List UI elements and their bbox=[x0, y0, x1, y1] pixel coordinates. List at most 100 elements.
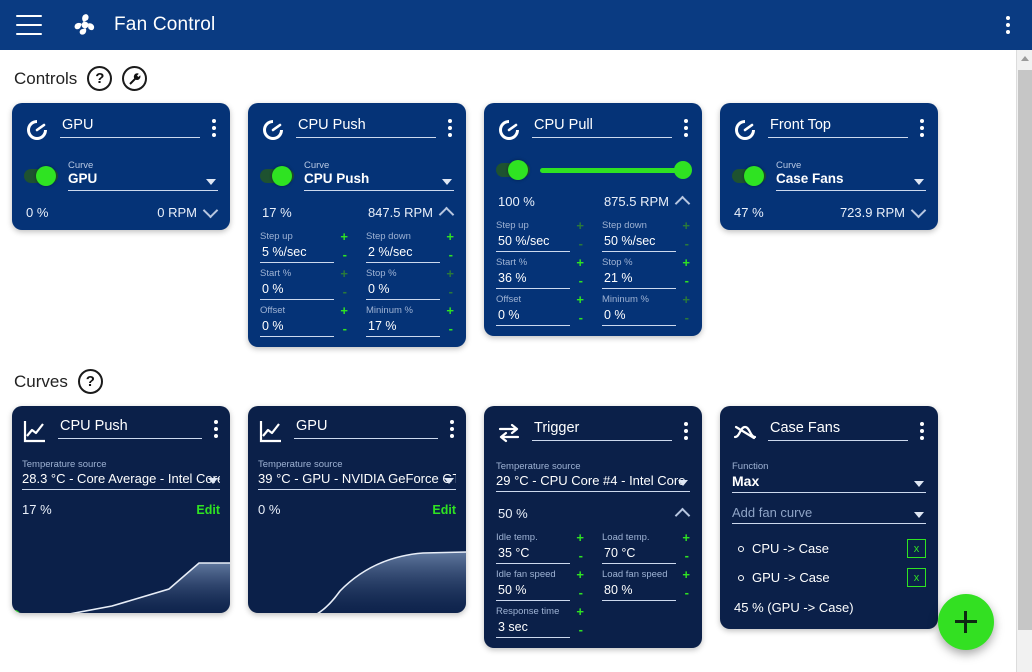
curve-graph-cpu-push[interactable] bbox=[12, 527, 230, 613]
decrement-button[interactable]: - bbox=[579, 237, 583, 250]
setting-value[interactable]: 0 % bbox=[602, 306, 676, 326]
setting-value[interactable]: 5 %/sec bbox=[260, 243, 334, 263]
control-name-input[interactable]: CPU Push bbox=[296, 115, 436, 138]
wrench-icon[interactable] bbox=[122, 66, 148, 91]
curve-select[interactable]: Curve GPU bbox=[68, 160, 218, 191]
remove-curve-button[interactable]: x bbox=[907, 568, 926, 587]
collapse-chevron-up-icon[interactable] bbox=[674, 507, 691, 524]
decrement-button[interactable]: - bbox=[449, 322, 453, 335]
curve-overflow-menu-icon[interactable] bbox=[212, 416, 220, 442]
decrement-button[interactable]: - bbox=[449, 285, 453, 298]
collapse-chevron-up-icon[interactable] bbox=[438, 206, 455, 223]
setting-value[interactable]: 36 % bbox=[496, 269, 570, 289]
expand-chevron-down-icon[interactable] bbox=[910, 202, 927, 219]
increment-button[interactable]: + bbox=[682, 293, 690, 306]
increment-button[interactable]: + bbox=[682, 531, 690, 544]
speed-slider[interactable] bbox=[540, 160, 692, 180]
edit-curve-button[interactable]: Edit bbox=[196, 503, 220, 517]
temperature-source-select[interactable]: Temperature source 28.3 °C - Core Averag… bbox=[22, 459, 220, 490]
increment-button[interactable]: + bbox=[576, 219, 584, 232]
increment-button[interactable]: + bbox=[682, 568, 690, 581]
setting-value[interactable]: 0 % bbox=[496, 306, 570, 326]
setting-value[interactable]: 35 °C bbox=[496, 544, 570, 564]
control-overflow-menu-icon[interactable] bbox=[446, 115, 454, 141]
decrement-button[interactable]: - bbox=[685, 586, 689, 599]
control-enable-toggle[interactable] bbox=[496, 160, 530, 180]
increment-button[interactable]: + bbox=[576, 256, 584, 269]
setting-value[interactable]: 2 %/sec bbox=[366, 243, 440, 263]
control-overflow-menu-icon[interactable] bbox=[918, 115, 926, 141]
mix-function-select[interactable]: Function Max bbox=[732, 461, 926, 493]
controls-help-icon[interactable]: ? bbox=[87, 66, 113, 91]
curve-name-input[interactable]: CPU Push bbox=[58, 416, 202, 439]
temperature-source-select[interactable]: Temperature source 39 °C - GPU - NVIDIA … bbox=[258, 459, 456, 490]
increment-button[interactable]: + bbox=[576, 293, 584, 306]
curves-help-icon[interactable]: ? bbox=[77, 369, 103, 394]
increment-button[interactable]: + bbox=[682, 256, 690, 269]
setting-value[interactable]: 50 % bbox=[496, 581, 570, 601]
control-enable-toggle[interactable] bbox=[260, 165, 294, 186]
collapse-chevron-up-icon[interactable] bbox=[674, 195, 691, 212]
increment-button[interactable]: + bbox=[446, 267, 454, 280]
increment-button[interactable]: + bbox=[340, 304, 348, 317]
decrement-button[interactable]: - bbox=[685, 237, 689, 250]
add-fan-curve-select[interactable]: Add fan curve bbox=[732, 505, 926, 524]
mix-overflow-menu-icon[interactable] bbox=[918, 418, 926, 444]
increment-button[interactable]: + bbox=[340, 267, 348, 280]
setting-value[interactable]: 50 %/sec bbox=[496, 232, 570, 252]
trigger-overflow-menu-icon[interactable] bbox=[682, 418, 690, 444]
add-button-fab[interactable] bbox=[938, 594, 994, 650]
increment-button[interactable]: + bbox=[576, 605, 584, 618]
decrement-button[interactable]: - bbox=[343, 285, 347, 298]
setting-value[interactable]: 50 %/sec bbox=[602, 232, 676, 252]
vertical-scrollbar[interactable] bbox=[1016, 50, 1032, 672]
decrement-button[interactable]: - bbox=[685, 549, 689, 562]
decrement-button[interactable]: - bbox=[449, 248, 453, 261]
remove-curve-button[interactable]: x bbox=[907, 539, 926, 558]
control-overflow-menu-icon[interactable] bbox=[682, 115, 690, 141]
scrollbar-thumb[interactable] bbox=[1018, 70, 1032, 630]
control-name-input[interactable]: GPU bbox=[60, 115, 200, 138]
increment-button[interactable]: + bbox=[340, 230, 348, 243]
hamburger-menu-icon[interactable] bbox=[16, 15, 42, 35]
decrement-button[interactable]: - bbox=[579, 311, 583, 324]
increment-button[interactable]: + bbox=[446, 304, 454, 317]
decrement-button[interactable]: - bbox=[343, 322, 347, 335]
setting-value[interactable]: 0 % bbox=[366, 280, 440, 300]
setting-value[interactable]: 0 % bbox=[260, 317, 334, 337]
control-enable-toggle[interactable] bbox=[24, 165, 58, 186]
setting-value[interactable]: 21 % bbox=[602, 269, 676, 289]
mix-name-input[interactable]: Case Fans bbox=[768, 418, 908, 441]
curve-name-input[interactable]: GPU bbox=[294, 416, 438, 439]
decrement-button[interactable]: - bbox=[579, 586, 583, 599]
setting-value[interactable]: 70 °C bbox=[602, 544, 676, 564]
temperature-source-select[interactable]: Temperature source 29 °C - CPU Core #4 -… bbox=[496, 461, 690, 492]
increment-button[interactable]: + bbox=[682, 219, 690, 232]
setting-value[interactable]: 80 % bbox=[602, 581, 676, 601]
decrement-button[interactable]: - bbox=[685, 274, 689, 287]
decrement-button[interactable]: - bbox=[579, 274, 583, 287]
control-name-input[interactable]: CPU Pull bbox=[532, 115, 672, 138]
curve-graph-gpu[interactable] bbox=[248, 527, 466, 613]
decrement-button[interactable]: - bbox=[343, 248, 347, 261]
control-name-input[interactable]: Front Top bbox=[768, 115, 908, 138]
decrement-button[interactable]: - bbox=[685, 311, 689, 324]
setting-value[interactable]: 0 % bbox=[260, 280, 334, 300]
setting-value[interactable]: 3 sec bbox=[496, 618, 570, 638]
control-overflow-menu-icon[interactable] bbox=[210, 115, 218, 141]
curve-overflow-menu-icon[interactable] bbox=[448, 416, 456, 442]
increment-button[interactable]: + bbox=[446, 230, 454, 243]
curve-select[interactable]: Curve CPU Push bbox=[304, 160, 454, 191]
control-enable-toggle[interactable] bbox=[732, 165, 766, 186]
increment-button[interactable]: + bbox=[576, 531, 584, 544]
scroll-up-arrow-icon[interactable] bbox=[1017, 50, 1032, 66]
expand-chevron-down-icon[interactable] bbox=[202, 202, 219, 219]
curve-select[interactable]: Curve Case Fans bbox=[776, 160, 926, 191]
titlebar-overflow-menu-icon[interactable] bbox=[1006, 16, 1010, 34]
slider-thumb[interactable] bbox=[674, 161, 692, 179]
decrement-button[interactable]: - bbox=[579, 549, 583, 562]
trigger-name-input[interactable]: Trigger bbox=[532, 418, 672, 441]
decrement-button[interactable]: - bbox=[579, 623, 583, 636]
setting-value[interactable]: 17 % bbox=[366, 317, 440, 337]
increment-button[interactable]: + bbox=[576, 568, 584, 581]
